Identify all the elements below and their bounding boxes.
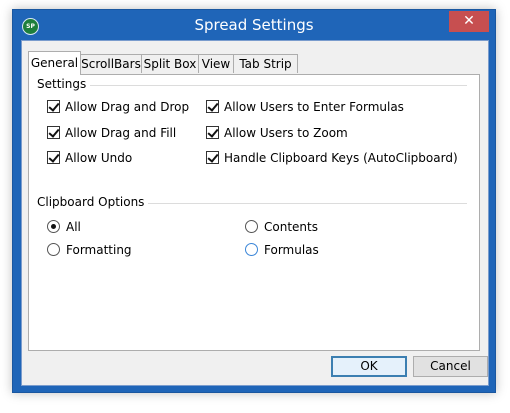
radio-circle (47, 220, 60, 233)
settings-group-label: Settings (37, 77, 91, 91)
checkbox-box (47, 151, 60, 164)
check-icon (207, 100, 219, 112)
radio-circle (245, 243, 258, 256)
clipboard-formatting-radio[interactable]: Formatting (47, 242, 132, 258)
tab-scrollbars[interactable]: ScrollBars (80, 54, 142, 73)
checkbox-label: Allow Drag and Drop (65, 100, 190, 114)
checkbox-box (206, 100, 219, 113)
radio-label: Contents (264, 220, 318, 234)
check-icon (48, 126, 60, 138)
allow-undo-checkbox[interactable]: Allow Undo (47, 150, 132, 166)
cancel-button[interactable]: Cancel (413, 356, 488, 377)
allow-drag-fill-checkbox[interactable]: Allow Drag and Fill (47, 125, 176, 141)
check-icon (48, 100, 60, 112)
handle-clipboard-keys-checkbox[interactable]: Handle Clipboard Keys (AutoClipboard) (206, 150, 458, 166)
checkbox-box (206, 126, 219, 139)
check-icon (48, 151, 60, 163)
checkbox-label: Allow Undo (65, 151, 133, 165)
title-bar[interactable]: SP Spread Settings ✕ (13, 10, 495, 40)
clipboard-group-label: Clipboard Options (37, 195, 149, 209)
tab-view[interactable]: View (198, 54, 234, 73)
checkbox-box (47, 126, 60, 139)
radio-label: Formatting (66, 243, 132, 257)
tab-general[interactable]: General (28, 51, 81, 75)
checkbox-box (47, 100, 60, 113)
settings-divider (37, 85, 467, 86)
dialog-window: SP Spread Settings ✕ General ScrollBars … (12, 9, 496, 393)
general-panel: Settings Allow Drag and Drop Allow Drag … (28, 74, 480, 351)
radio-label: All (66, 220, 81, 234)
window-title: Spread Settings (194, 16, 314, 34)
tab-tab-strip[interactable]: Tab Strip (233, 54, 298, 73)
allow-drag-drop-checkbox[interactable]: Allow Drag and Drop (47, 99, 189, 115)
checkbox-label: Allow Users to Enter Formulas (224, 100, 404, 114)
clipboard-all-radio[interactable]: All (47, 219, 81, 235)
radio-dot (51, 224, 56, 229)
allow-zoom-checkbox[interactable]: Allow Users to Zoom (206, 125, 348, 141)
checkbox-box (206, 151, 219, 164)
check-icon (207, 151, 219, 163)
clipboard-contents-radio[interactable]: Contents (245, 219, 318, 235)
close-button[interactable]: ✕ (449, 11, 489, 32)
clipboard-formulas-radio[interactable]: Formulas (245, 242, 319, 258)
radio-circle (245, 220, 258, 233)
close-icon: ✕ (463, 13, 475, 29)
checkbox-label: Allow Users to Zoom (224, 126, 348, 140)
tab-split-box[interactable]: Split Box (141, 54, 199, 73)
checkbox-label: Allow Drag and Fill (65, 126, 177, 140)
checkbox-label: Handle Clipboard Keys (AutoClipboard) (224, 151, 458, 165)
radio-label: Formulas (264, 243, 319, 257)
check-icon (207, 126, 219, 138)
ok-button[interactable]: OK (331, 356, 407, 377)
allow-enter-formulas-checkbox[interactable]: Allow Users to Enter Formulas (206, 99, 404, 115)
dialog-client: General ScrollBars Split Box View Tab St… (21, 40, 489, 386)
radio-circle (47, 243, 60, 256)
